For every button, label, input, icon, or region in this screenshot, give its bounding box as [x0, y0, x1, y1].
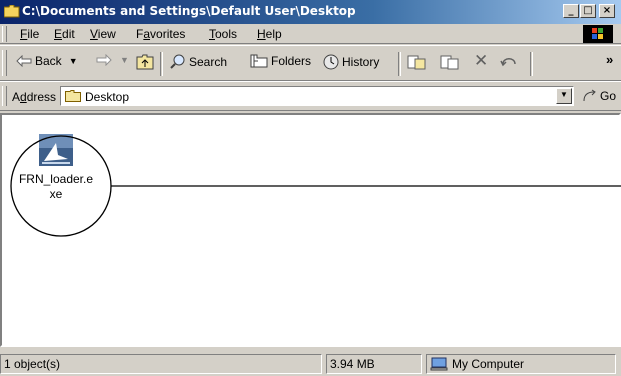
history-icon: [323, 54, 339, 70]
back-arrow-icon: [16, 55, 32, 67]
history-button[interactable]: History: [323, 54, 379, 70]
folders-button[interactable]: Folders: [250, 54, 311, 68]
search-label: Search: [189, 55, 228, 69]
back-button[interactable]: Back ▼: [16, 54, 78, 68]
move-to-icon: [407, 55, 426, 70]
address-grip[interactable]: [2, 86, 7, 106]
history-label: History: [342, 55, 380, 69]
move-to-button[interactable]: [407, 54, 427, 70]
close-button[interactable]: ×: [599, 4, 615, 18]
toolbar-more-button[interactable]: »: [606, 52, 613, 67]
status-size: 3.94 MB: [326, 354, 422, 374]
address-field[interactable]: Desktop ▼: [60, 86, 574, 106]
folders-label: Folders: [271, 54, 312, 68]
undo-icon: [500, 58, 516, 67]
file-item[interactable]: FRN_loader.exe: [16, 133, 96, 202]
undo-button[interactable]: [500, 54, 520, 68]
menu-grip[interactable]: [2, 26, 7, 42]
copy-to-icon: [440, 55, 459, 70]
go-arrow-icon: [583, 89, 596, 102]
forward-button[interactable]: ▼: [96, 54, 129, 66]
toolbar-separator: [160, 52, 163, 76]
status-zone: My Computer: [426, 354, 616, 374]
address-value: Desktop: [85, 90, 130, 104]
status-zone-label: My Computer: [452, 357, 525, 371]
toolbar-separator: [530, 52, 533, 76]
file-name: FRN_loader.exe: [18, 172, 94, 201]
explorer-window: C:\Documents and Settings\Default User\D…: [0, 0, 621, 376]
title-bar[interactable]: C:\Documents and Settings\Default User\D…: [0, 0, 621, 24]
back-label: Back: [35, 54, 62, 68]
go-label: Go: [600, 89, 617, 103]
delete-button[interactable]: ✕: [474, 51, 488, 71]
go-button[interactable]: Go: [582, 89, 616, 103]
minimize-button[interactable]: _: [563, 4, 579, 18]
menu-edit[interactable]: Edit: [54, 27, 75, 41]
forward-dropdown-icon[interactable]: ▼: [120, 55, 129, 65]
window-title: C:\Documents and Settings\Default User\D…: [22, 4, 356, 18]
menu-bar: File Edit View Favorites Tools Help: [0, 24, 621, 44]
toolbar-grip[interactable]: [2, 50, 7, 76]
windows-logo-icon: [583, 25, 613, 43]
folder-icon: [4, 5, 20, 18]
standard-toolbar: Back ▼ ▼ Search Folders History ✕ »: [0, 45, 621, 81]
file-list-pane[interactable]: FRN_loader.exe: [0, 113, 621, 347]
up-folder-button[interactable]: [136, 54, 154, 70]
delete-icon: ✕: [474, 51, 489, 70]
chevron-down-icon: ▼: [560, 90, 568, 99]
my-computer-icon: [430, 357, 448, 371]
up-folder-icon: [136, 54, 154, 70]
menu-tools[interactable]: Tools: [209, 27, 237, 41]
menu-view[interactable]: View: [90, 27, 116, 41]
address-dropdown-button[interactable]: ▼: [556, 88, 572, 104]
menu-help[interactable]: Help: [257, 27, 282, 41]
menu-favorites[interactable]: Favorites: [136, 27, 185, 41]
forward-arrow-icon: [96, 54, 112, 66]
back-dropdown-icon[interactable]: ▼: [69, 56, 78, 66]
copy-to-button[interactable]: [440, 54, 460, 70]
maximize-button[interactable]: □: [580, 4, 596, 18]
toolbar-separator: [398, 52, 401, 76]
address-label: Address: [12, 90, 57, 104]
search-icon: [170, 54, 185, 69]
menu-file[interactable]: File: [20, 27, 39, 41]
setup-exe-icon: [39, 134, 73, 166]
folders-icon: [250, 54, 268, 68]
folder-icon: [65, 90, 81, 102]
address-bar: Address Desktop ▼ Go: [0, 81, 621, 111]
status-objects: 1 object(s): [0, 354, 322, 374]
status-bar: 1 object(s) 3.94 MB My Computer: [0, 352, 621, 376]
search-button[interactable]: Search: [170, 54, 227, 70]
